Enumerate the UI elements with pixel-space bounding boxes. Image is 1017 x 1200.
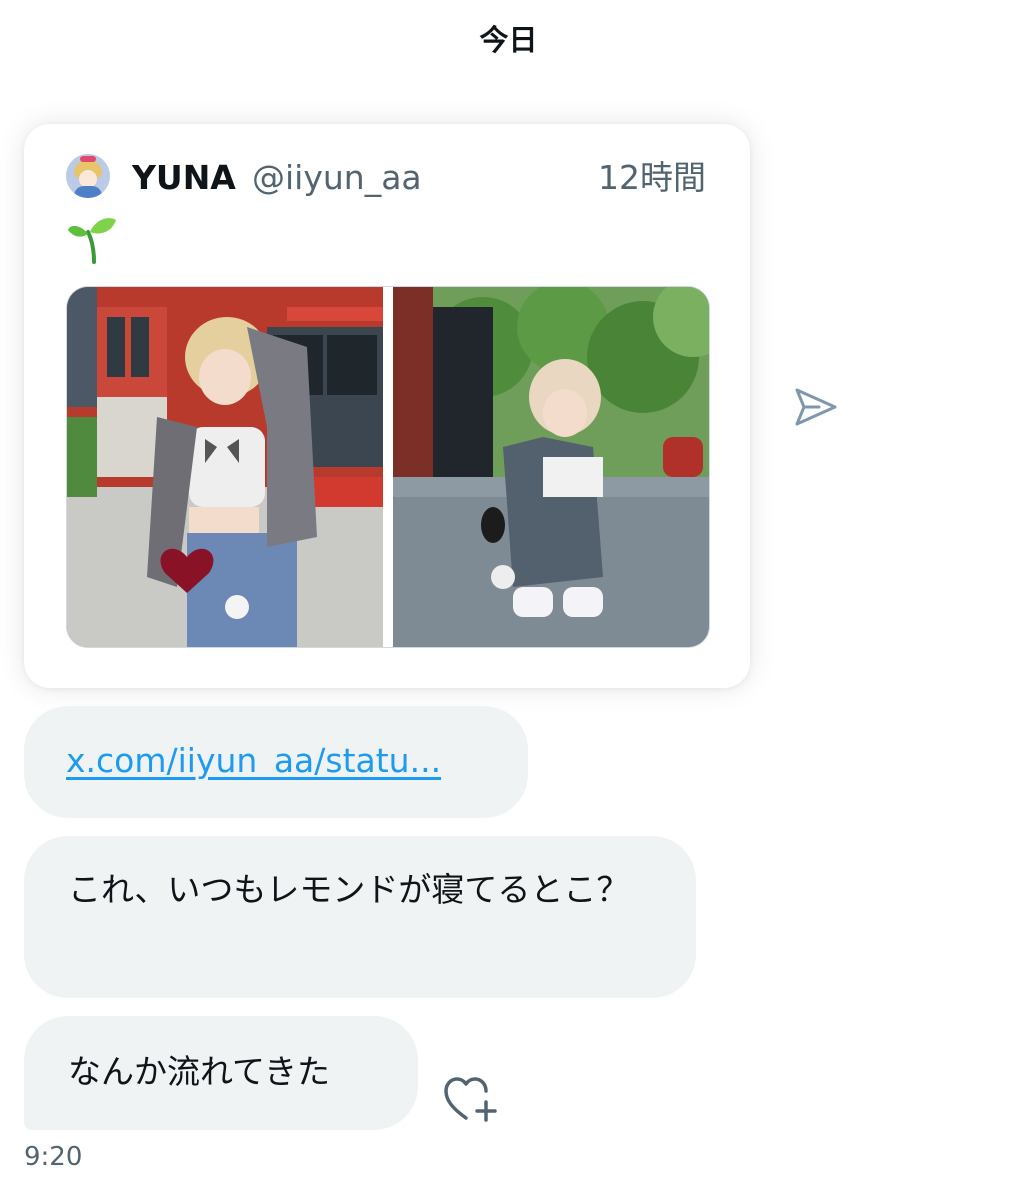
message-bubble[interactable]: これ、いつもレモンドが寝てるとこ？ xyxy=(24,836,696,998)
shared-post-link[interactable]: x.com/iiyun_aa/statu... xyxy=(66,741,441,780)
photo-icon xyxy=(393,287,709,647)
heart-add-icon[interactable] xyxy=(442,1074,502,1126)
message-timestamp: 9:20 xyxy=(24,1142,83,1172)
post-media[interactable] xyxy=(66,286,710,648)
message-text: これ、いつもレモンドが寝てるとこ？ xyxy=(68,870,630,909)
message-text: なんか流れてきた xyxy=(68,1052,331,1091)
message-bubble-link[interactable]: x.com/iiyun_aa/statu... xyxy=(24,706,528,818)
post-photo-2[interactable] xyxy=(393,287,709,647)
photo-icon xyxy=(67,287,383,647)
send-icon[interactable] xyxy=(793,386,839,428)
post-time: 12時間 xyxy=(598,158,706,197)
author-avatar[interactable] xyxy=(66,154,110,198)
post-photo-1[interactable] xyxy=(67,287,383,647)
seedling-icon xyxy=(68,218,116,264)
author-name[interactable]: YUNA xyxy=(132,158,236,198)
date-divider: 今日 xyxy=(479,23,538,57)
shared-post-card[interactable]: YUNA @iiyun_aa 12時間 xyxy=(24,124,750,688)
author-handle[interactable]: @iiyun_aa xyxy=(252,158,422,198)
message-bubble[interactable]: なんか流れてきた xyxy=(24,1016,418,1130)
